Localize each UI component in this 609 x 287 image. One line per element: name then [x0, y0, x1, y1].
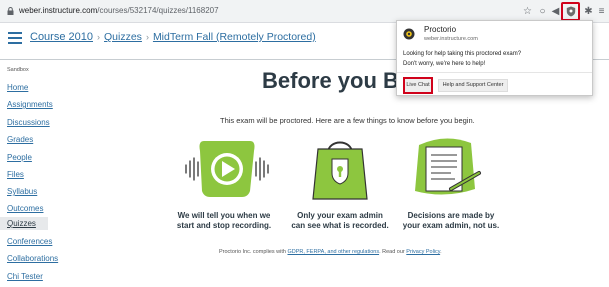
compliance-mid: . Read our	[379, 249, 407, 255]
proctorio-shield-icon	[566, 6, 576, 17]
caption-line: start and stop recording.	[176, 221, 272, 230]
feature-caption-admin: Only your exam admin can see what is rec…	[290, 211, 390, 231]
course-navigation: Sandbox Home Assignments Discussions Gra…	[0, 62, 160, 287]
breadcrumb-separator: ›	[145, 32, 149, 42]
regulations-link[interactable]: GDPR, FERPA, and other regulations	[287, 249, 379, 255]
proctorio-extension-button[interactable]	[561, 2, 580, 21]
popup-help-reassurance: Don't worry, we're here to help!	[403, 61, 486, 67]
sidebar-item-people[interactable]: People	[7, 153, 32, 162]
help-support-center-button[interactable]: Help and Support Center	[438, 79, 508, 92]
sidebar-item-syllabus[interactable]: Syllabus	[7, 187, 37, 196]
sidebar-item-collaborations[interactable]: Collaborations	[7, 254, 58, 263]
sidebar-item-assignments[interactable]: Assignments	[7, 100, 53, 109]
sidebar-item-files[interactable]: Files	[7, 170, 24, 179]
popup-help-question: Looking for help taking this proctored e…	[403, 51, 522, 57]
sidebar-item-grades[interactable]: Grades	[7, 135, 33, 144]
proctorio-popup: Proctorio weber.instructure.com Looking …	[396, 20, 593, 96]
popup-title: Proctorio	[424, 25, 457, 34]
caption-line: can see what is recorded.	[291, 221, 389, 230]
audio-play-icon	[185, 141, 269, 197]
popup-domain: weber.instructure.com	[424, 36, 478, 42]
extension-circle-icon[interactable]: ○	[536, 5, 549, 18]
live-chat-button[interactable]: Live Chat	[403, 77, 433, 94]
sidebar-item-discussions[interactable]: Discussions	[7, 118, 50, 127]
bookmark-star-icon[interactable]: ☆	[521, 5, 534, 18]
sidebar-item-home[interactable]: Home	[7, 83, 28, 92]
compliance-suffix: .	[440, 249, 442, 255]
sidebar-item-quizzes[interactable]: Quizzes	[0, 217, 48, 230]
hamburger-menu-icon[interactable]	[8, 32, 22, 44]
breadcrumb-quizzes[interactable]: Quizzes	[104, 31, 142, 43]
feature-caption-recording: We will tell you when we start and stop …	[174, 211, 274, 231]
intro-text: This exam will be proctored. Here are a …	[220, 116, 475, 125]
lock-bag-icon	[312, 141, 368, 200]
breadcrumb-quiz[interactable]: MidTerm Fall (Remotely Proctored)	[153, 31, 316, 43]
privacy-policy-link[interactable]: Privacy Policy	[406, 249, 440, 255]
caption-line: Only your exam admin	[297, 211, 383, 220]
breadcrumb-course[interactable]: Course 2010	[30, 31, 93, 43]
feature-caption-decisions: Decisions are made by your exam admin, n…	[401, 211, 501, 231]
breadcrumb-separator: ›	[97, 32, 100, 42]
reading-list-icon[interactable]: ≡	[595, 5, 608, 18]
compliance-prefix: Proctorio Inc. complies with	[219, 249, 288, 255]
sidebar-item-outcomes[interactable]: Outcomes	[7, 204, 43, 213]
document-pen-icon	[415, 138, 481, 195]
url-path: /courses/532174/quizzes/1168207	[97, 6, 219, 15]
sandbox-label: Sandbox	[7, 67, 29, 73]
address-bar[interactable]: weber.instructure.com/courses/532174/qui…	[19, 6, 219, 15]
lock-icon	[7, 7, 14, 15]
sidebar-item-conferences[interactable]: Conferences	[7, 237, 52, 246]
caption-line: We will tell you when we	[177, 211, 271, 220]
caption-line: your exam admin, not us.	[402, 221, 500, 230]
breadcrumb: Course 2010 › Quizzes › MidTerm Fall (Remote…	[30, 31, 316, 43]
sidebar-item-chi-tester[interactable]: Chi Tester	[7, 272, 43, 281]
caption-line: Decisions are made by	[407, 211, 495, 220]
puzzle-icon[interactable]: ✱	[582, 5, 595, 18]
proctorio-logo-icon	[403, 28, 415, 40]
popup-divider	[397, 72, 592, 73]
compliance-text: Proctorio Inc. complies with GDPR, FERPA…	[219, 249, 442, 255]
url-domain: weber.instructure.com	[19, 6, 98, 15]
